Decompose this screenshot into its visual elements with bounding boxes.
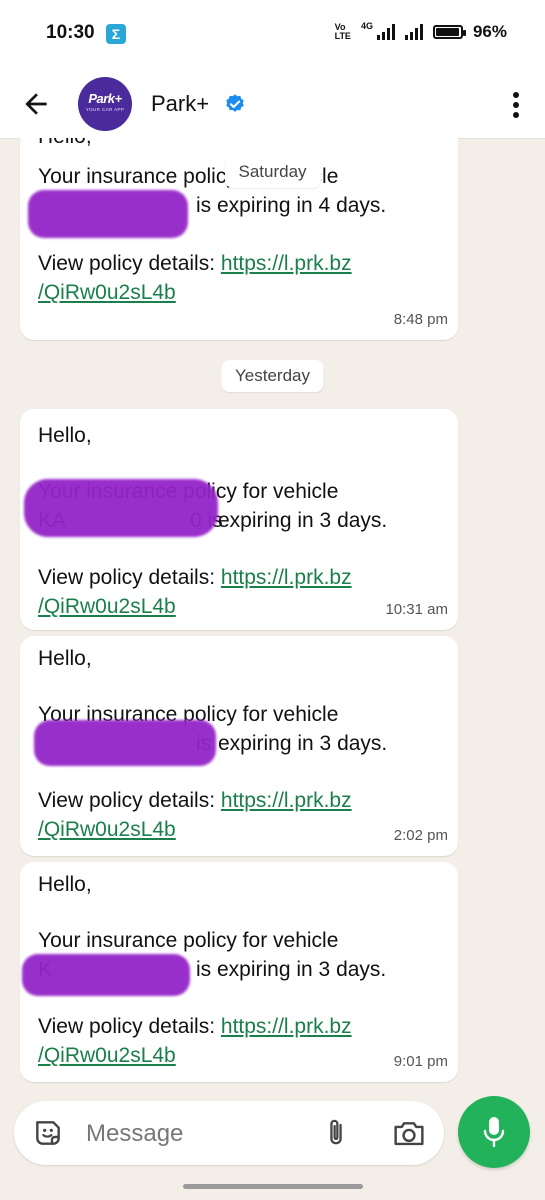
message-bubble[interactable]: Hello, Your insurance policy for vehicle… — [20, 409, 458, 630]
message-details: View policy details: https://l.prk.bz — [38, 249, 352, 278]
date-chip-saturday: Saturday — [224, 156, 321, 188]
camera-icon[interactable] — [392, 1118, 426, 1148]
details-label: View policy details: — [38, 252, 216, 275]
policy-link[interactable]: https://l.prk.bz — [221, 1015, 352, 1038]
microphone-button[interactable] — [458, 1096, 530, 1168]
details-label: View policy details: — [38, 789, 216, 812]
redaction-mark — [22, 954, 190, 996]
message-details: View policy details: https://l.prk.bz — [38, 1012, 352, 1041]
volte-bottom: LTE — [334, 31, 351, 41]
status-indicators: Vo LTE 4G 96% — [335, 21, 507, 42]
date-chip-yesterday: Yesterday — [221, 360, 324, 392]
signal-strength-icon — [376, 24, 395, 40]
signal-strength-icon-2 — [404, 24, 423, 40]
message-input[interactable] — [84, 1115, 308, 1153]
policy-link-cont[interactable]: /QiRw0u2sL4b — [38, 815, 176, 844]
app-notification-icon: Σ — [106, 24, 126, 44]
message-greeting: Hello, — [38, 647, 92, 670]
redaction-mark — [34, 720, 216, 766]
avatar-logo: Park+ — [88, 91, 122, 106]
verified-check-icon — [226, 94, 244, 112]
chat-header: Park+ YOUR CAR APP Park+ — [0, 70, 545, 138]
message-line2: expiring in 3 days. — [218, 732, 388, 755]
microphone-icon — [483, 1117, 505, 1148]
message-line2: expiring in 3 days. — [218, 509, 388, 532]
message-time: 9:01 pm — [393, 1053, 448, 1070]
redaction-mark — [24, 479, 218, 537]
redaction-mark — [28, 190, 188, 238]
policy-link[interactable]: https://l.prk.bz — [221, 566, 352, 589]
contact-name[interactable]: Park+ — [151, 91, 209, 117]
battery-fill — [435, 28, 459, 36]
details-label: View policy details: — [38, 1015, 216, 1038]
battery-icon — [432, 25, 466, 39]
sticker-icon[interactable] — [32, 1117, 64, 1149]
policy-link[interactable]: https://l.prk.bz — [221, 789, 352, 812]
message-greeting: Hello, — [38, 873, 92, 896]
message-bubble[interactable]: Hello, Your insurance policy for vehicle… — [20, 862, 458, 1082]
message-line1: Your insurance policy for vehicle — [38, 929, 339, 952]
status-time: 10:30 — [46, 22, 95, 43]
message-greeting: Hello, — [38, 424, 92, 447]
policy-link-cont[interactable]: /QiRw0u2sL4b — [38, 592, 176, 621]
message-time: 2:02 pm — [393, 827, 448, 844]
network-type: 4G — [360, 21, 373, 31]
battery-percentage: 96% — [472, 22, 507, 41]
policy-link[interactable]: https://l.prk.bz — [221, 252, 352, 275]
message-time: 8:48 pm — [393, 311, 448, 328]
details-label: View policy details: — [38, 566, 216, 589]
message-greeting: Hello, — [38, 138, 92, 151]
more-vert-icon[interactable] — [511, 90, 521, 120]
paperclip-icon[interactable] — [322, 1117, 350, 1149]
message-line2: is expiring in 3 days. — [196, 958, 387, 981]
message-composer — [14, 1101, 444, 1165]
status-bar: 10:30 Σ Vo LTE 4G 96% — [0, 0, 545, 70]
chat-area: Hello, Your insurance policy for vehicle… — [0, 138, 545, 1100]
message-line2: is expiring in 4 days. — [196, 194, 387, 217]
message-details: View policy details: https://l.prk.bz — [38, 563, 352, 592]
avatar[interactable]: Park+ YOUR CAR APP — [78, 77, 132, 131]
policy-link-cont[interactable]: /QiRw0u2sL4b — [38, 278, 176, 307]
volte-indicator: Vo LTE — [335, 23, 351, 41]
message-bubble[interactable]: Hello, Your insurance policy for vehicle… — [20, 636, 458, 856]
avatar-tagline: YOUR CAR APP — [85, 107, 125, 112]
home-indicator[interactable] — [183, 1184, 363, 1189]
arrow-left-icon[interactable] — [20, 88, 52, 120]
policy-link-cont[interactable]: /QiRw0u2sL4b — [38, 1041, 176, 1070]
message-time: 10:31 am — [385, 601, 448, 618]
message-details: View policy details: https://l.prk.bz — [38, 786, 352, 815]
